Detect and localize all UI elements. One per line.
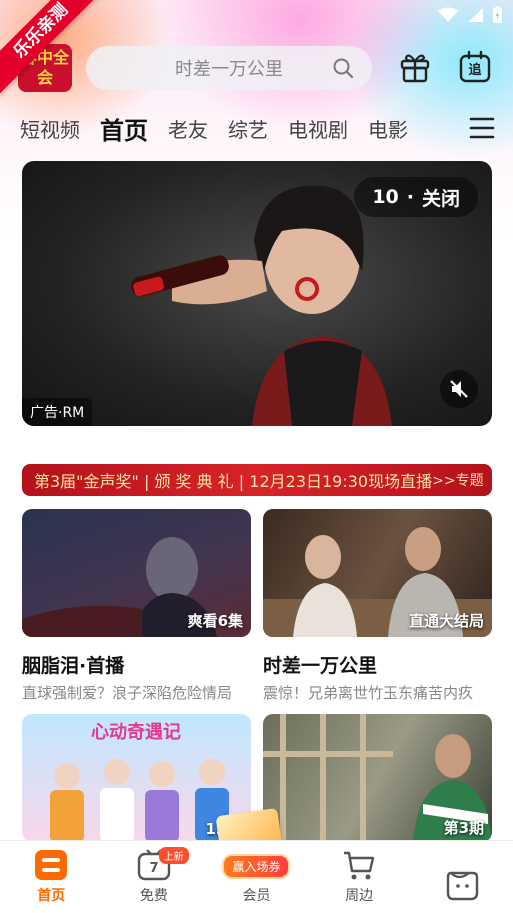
tab-home[interactable]: 首页 [100,111,148,146]
close-label: 关闭 [421,187,460,210]
video-thumbnail[interactable]: 爽看6集 [22,509,251,637]
menu-icon[interactable] [469,116,495,140]
promo-text: 第3届"金声奖" | 颁 奖 典 礼 | 12月23日19:30现场直播 [34,472,433,491]
nav-merch-label: 周边 [345,888,374,904]
svg-text:7: 7 [149,861,158,876]
ad-countdown-close[interactable]: 10 · 关闭 [354,177,478,217]
mute-icon [450,380,468,398]
nav-vip-label: 会员 [242,888,271,904]
search-bar[interactable]: 时差一万公里 [86,46,372,90]
episode-badge: 爽看6集 [187,612,243,630]
episode-badge: 第3期 [443,819,484,837]
episode-badge: 直通大结局 [408,612,484,630]
video-card[interactable]: 第3期 [263,714,492,842]
search-placeholder: 时差一万公里 [175,59,283,80]
signal-icon [468,8,483,22]
status-bar [438,6,503,24]
gift-button[interactable] [398,50,432,88]
nav-merch[interactable]: 周边 [308,841,411,913]
tab-short-video[interactable]: 短视频 [20,114,80,143]
video-card[interactable]: 直通大结局 时差一万公里 震惊！兄弟离世竹玉东痛苦内疚 [263,509,492,703]
mute-button[interactable] [440,370,478,408]
wifi-icon [438,7,458,22]
video-thumbnail[interactable]: 直通大结局 [263,509,492,637]
tab-tv-series[interactable]: 电视剧 [288,114,348,143]
nav-free-label: 免费 [139,888,168,904]
nav-profile[interactable] [410,841,513,913]
video-card[interactable]: 爽看6集 胭脂泪·首播 直球强制爱？浪子深陷危险情局 [22,509,251,703]
countdown-seconds: 10 [372,186,399,208]
follow-tv-icon: 追 [459,50,491,83]
follow-label: 追 [468,62,482,78]
tab-movie[interactable]: 电影 [368,114,408,143]
show-art-title: 心动奇遇记 [91,721,181,743]
video-subtitle: 震惊！兄弟离世竹玉东痛苦内疚 [263,684,474,702]
video-title: 胭脂泪·首播 [22,655,125,677]
gift-icon [400,54,430,83]
new-badge: 上新 [158,847,189,864]
tab-old-friends[interactable]: 老友 [168,114,208,143]
nav-vip[interactable]: 赢入场券 会员 [205,841,308,913]
home-icon [35,850,68,880]
profile-icon [446,871,478,901]
video-title: 时差一万公里 [263,655,378,677]
search-icon[interactable] [332,57,354,79]
video-subtitle: 直球强制爱？浪子深陷危险情局 [22,684,233,702]
ad-label: 广告·RM [22,398,93,426]
tab-variety[interactable]: 综艺 [228,114,268,143]
nav-home[interactable]: 首页 [0,841,103,913]
cart-icon [344,851,375,880]
bottom-navigation: 首页 上新 7 免费 赢入场券 会员 周边 [0,840,513,913]
nav-free[interactable]: 上新 7 免费 [103,841,206,913]
promo-banner[interactable]: 第3届"金声奖" | 颁 奖 典 礼 | 12月23日19:30现场直播 >>专… [22,464,492,496]
nav-home-label: 首页 [37,888,66,904]
category-tabs: 短视频 首页 老友 综艺 电视剧 电影 [0,108,513,148]
promo-more-link[interactable]: >>专题 [432,470,483,490]
follow-button[interactable]: 追 [458,50,492,88]
vip-promo-pill[interactable]: 赢入场券 [222,854,291,879]
video-ad-banner[interactable]: 10 · 关闭 广告·RM [22,161,492,426]
battery-icon [493,6,502,23]
